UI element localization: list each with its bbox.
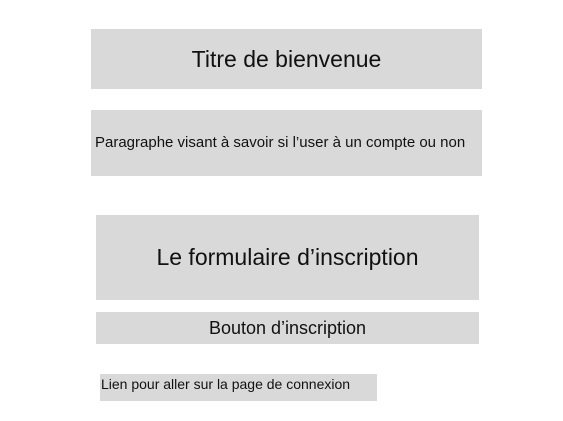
login-page-link[interactable]: Lien pour aller sur la page de connexion (100, 374, 377, 401)
account-question-paragraph: Paragraphe visant à savoir si l’user à u… (91, 110, 482, 176)
login-page-link-text: Lien pour aller sur la page de connexion (101, 376, 351, 392)
welcome-title-text: Titre de bienvenue (191, 45, 382, 72)
welcome-title: Titre de bienvenue (91, 29, 482, 89)
signup-button[interactable]: Bouton d’inscription (96, 312, 479, 344)
signup-form-label: Le formulaire d’inscription (156, 244, 419, 270)
signup-form-placeholder[interactable]: Le formulaire d’inscription (96, 215, 479, 300)
account-question-text: Paragraphe visant à savoir si l’user à u… (95, 134, 466, 151)
signup-button-label: Bouton d’inscription (208, 317, 367, 338)
